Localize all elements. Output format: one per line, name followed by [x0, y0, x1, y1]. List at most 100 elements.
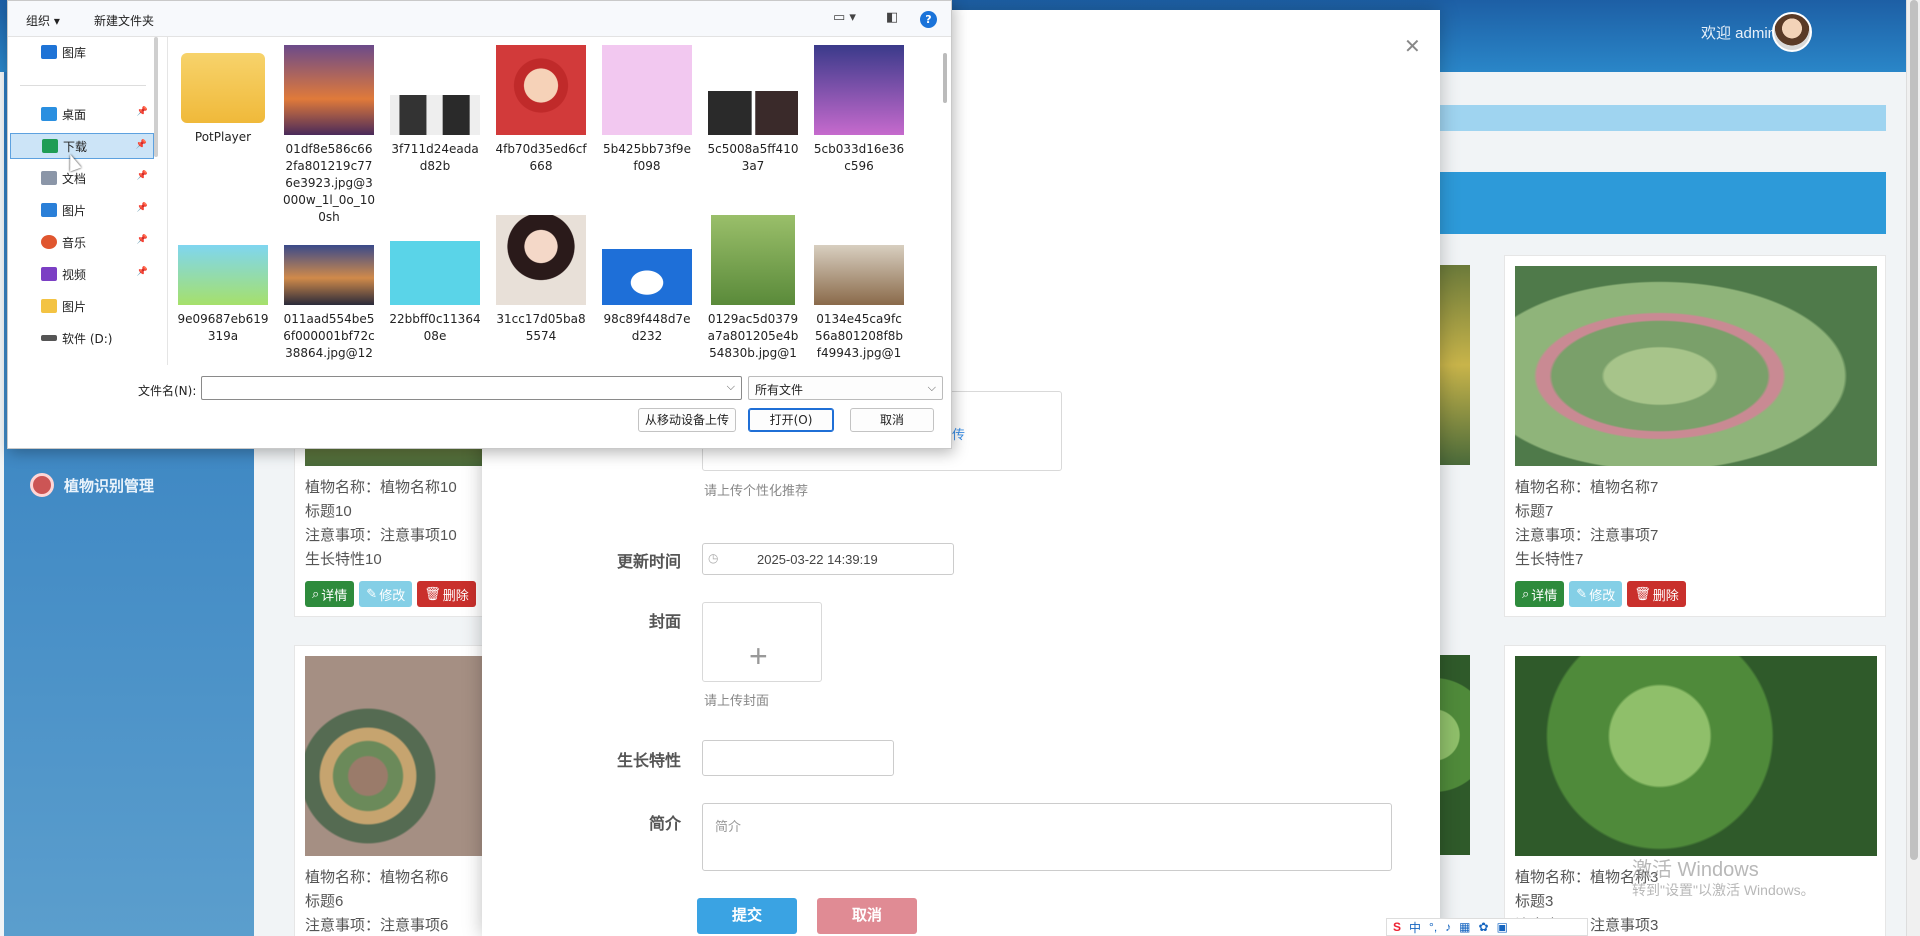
- file-item[interactable]: 0129ac5d0379a7a801205e4b54830b.jpg@1280: [701, 215, 805, 365]
- detail-button[interactable]: ⌕ 详情: [305, 581, 355, 607]
- edit-button[interactable]: ✎ 修改: [359, 581, 413, 607]
- new-folder-button[interactable]: 新建文件夹: [94, 12, 154, 29]
- toolbox-icon[interactable]: ▣: [1497, 920, 1508, 934]
- page-scrollbar-thumb[interactable]: [1910, 0, 1918, 860]
- nav-item-drive-d[interactable]: 软件 (D:): [10, 325, 154, 351]
- nav-item-gallery[interactable]: 图库: [10, 39, 154, 65]
- detail-button[interactable]: ⌕ 详情: [1515, 581, 1565, 607]
- punctuation-icon[interactable]: °,: [1429, 920, 1437, 934]
- folder-icon: [41, 299, 57, 313]
- image-thumbnail: [284, 45, 374, 135]
- nav-item-label: 图库: [62, 45, 87, 60]
- file-item[interactable]: 0134e45ca9fc56a801208f8bf49943.jpg@1280: [807, 215, 911, 365]
- preview-pane-icon[interactable]: ◧: [886, 10, 898, 25]
- edit-button[interactable]: ✎ 修改: [1569, 581, 1623, 607]
- nav-item-label: 软件 (D:): [62, 331, 113, 346]
- upload-from-mobile-button[interactable]: 从移动设备上传: [638, 408, 736, 432]
- pin-icon[interactable]: 📌: [137, 235, 148, 245]
- pin-icon[interactable]: 📌: [137, 203, 148, 213]
- file-item[interactable]: 5b425bb73f9ef098: [595, 45, 699, 175]
- open-button[interactable]: 打开(O): [748, 408, 834, 432]
- dialog-cancel-button[interactable]: 取消: [850, 408, 934, 432]
- download-icon: [42, 139, 58, 153]
- file-item[interactable]: 011aad554be56f000001bf72c38864.jpg@1280: [277, 215, 381, 365]
- nav-item-documents[interactable]: 文档 📌: [10, 165, 154, 191]
- filetype-select[interactable]: 所有文件 ⌵: [748, 376, 943, 400]
- file-name: 01df8e586c662fa801219c776e3923.jpg@3000w…: [283, 142, 375, 224]
- nav-item-downloads[interactable]: 下载 📌: [10, 133, 154, 159]
- pencil-icon: ✎: [366, 586, 378, 601]
- detail-label: 详情: [321, 587, 348, 603]
- intro-textarea[interactable]: 简介: [702, 803, 1392, 871]
- ime-logo: S: [1393, 920, 1402, 934]
- plant-image[interactable]: [1515, 656, 1877, 856]
- close-icon[interactable]: ✕: [1404, 34, 1421, 59]
- update-time-label: 更新时间: [616, 554, 681, 571]
- nav-item-desktop[interactable]: 桌面 📌: [10, 101, 154, 127]
- detail-label: 详情: [1531, 587, 1558, 603]
- skin-icon[interactable]: ✿: [1479, 920, 1489, 934]
- file-item[interactable]: 5cb033d16e36c596: [807, 45, 911, 175]
- nav-item-videos[interactable]: 视频 📌: [10, 261, 154, 287]
- file-item[interactable]: 98c89f448d7ed232: [595, 215, 699, 345]
- file-name: 22bbff0c1136408e: [389, 312, 481, 343]
- view-mode-icon[interactable]: ▭ ▾: [833, 10, 856, 25]
- file-item[interactable]: 5c5008a5ff4103a7: [701, 45, 805, 175]
- file-name: 5c5008a5ff4103a7: [707, 142, 799, 173]
- file-list-scrollbar[interactable]: [943, 53, 947, 103]
- file-item[interactable]: PotPlayer: [171, 45, 275, 146]
- delete-label: 删除: [442, 587, 469, 603]
- cover-upload[interactable]: +: [702, 602, 822, 682]
- pin-icon[interactable]: 📌: [136, 140, 147, 150]
- growth-input[interactable]: [702, 740, 894, 776]
- pin-icon[interactable]: 📌: [137, 267, 148, 277]
- file-name: 31cc17d05ba85574: [496, 312, 586, 343]
- image-thumbnail: [814, 45, 904, 135]
- chevron-down-icon[interactable]: ⌵: [727, 380, 735, 394]
- file-item[interactable]: 22bbff0c1136408e: [383, 215, 487, 345]
- upload-link[interactable]: 传: [952, 424, 965, 443]
- file-item[interactable]: 9e09687eb619319a: [171, 215, 275, 345]
- ime-language-toggle[interactable]: 中: [1409, 919, 1421, 936]
- file-item[interactable]: 3f711d24eadad82b: [383, 45, 487, 175]
- nav-scrollbar[interactable]: [154, 37, 158, 157]
- delete-button[interactable]: 🗑 删除: [1627, 581, 1686, 607]
- cover-label: 封面: [648, 614, 681, 631]
- nav-item-music[interactable]: 音乐 📌: [10, 229, 154, 255]
- update-time-input[interactable]: ◷ 2025-03-22 14:39:19: [702, 543, 954, 575]
- pin-icon[interactable]: 📌: [137, 171, 148, 181]
- help-icon[interactable]: ?: [920, 11, 937, 28]
- organize-menu[interactable]: 组织 ▾: [26, 12, 60, 29]
- nav-item-pictures[interactable]: 图片 📌: [10, 197, 154, 223]
- plant-notes: 注意事项：注意事项6: [305, 917, 449, 934]
- plant-image[interactable]: [1515, 266, 1877, 466]
- page-scrollbar[interactable]: [1906, 0, 1920, 936]
- pin-icon[interactable]: 📌: [137, 107, 148, 117]
- submit-button[interactable]: 提交: [697, 898, 797, 934]
- activation-watermark-sub: 转到"设置"以激活 Windows。: [1632, 882, 1815, 898]
- growth-label: 生长特性: [616, 753, 681, 770]
- edit-label: 修改: [379, 587, 406, 603]
- trash-icon: 🗑: [424, 586, 441, 601]
- file-item[interactable]: 31cc17d05ba85574: [489, 215, 593, 345]
- sidebar-item-label: 植物识别管理: [64, 477, 155, 495]
- keyboard-icon[interactable]: ▦: [1459, 920, 1470, 934]
- plant-growth: 生长特性7: [1515, 551, 1584, 568]
- sidebar-item-plant-recognition[interactable]: 植物识别管理: [30, 473, 154, 497]
- nav-item-label: 图片: [62, 203, 87, 218]
- microphone-icon[interactable]: ♪: [1445, 920, 1451, 934]
- cover-hint: 请上传封面: [704, 693, 770, 708]
- cancel-button[interactable]: 取消: [817, 898, 917, 934]
- pictures-icon: [41, 203, 57, 217]
- delete-button[interactable]: 🗑 删除: [417, 581, 476, 607]
- filename-label: 文件名(N):: [138, 384, 197, 398]
- trash-icon: 🗑: [1634, 586, 1651, 601]
- file-item[interactable]: 01df8e586c662fa801219c776e3923.jpg@3000w…: [277, 45, 381, 226]
- file-item[interactable]: 4fb70d35ed6cf668: [489, 45, 593, 175]
- file-name: 98c89f448d7ed232: [603, 312, 691, 343]
- filename-input[interactable]: ⌵: [201, 376, 742, 400]
- file-name: 0129ac5d0379a7a801205e4b54830b.jpg@1280: [707, 312, 799, 365]
- user-avatar[interactable]: [1772, 12, 1812, 52]
- nav-item-pictures-folder[interactable]: 图片: [10, 293, 154, 319]
- ime-toolbar[interactable]: S 中 °, ♪ ▦ ✿ ▣: [1386, 918, 1588, 936]
